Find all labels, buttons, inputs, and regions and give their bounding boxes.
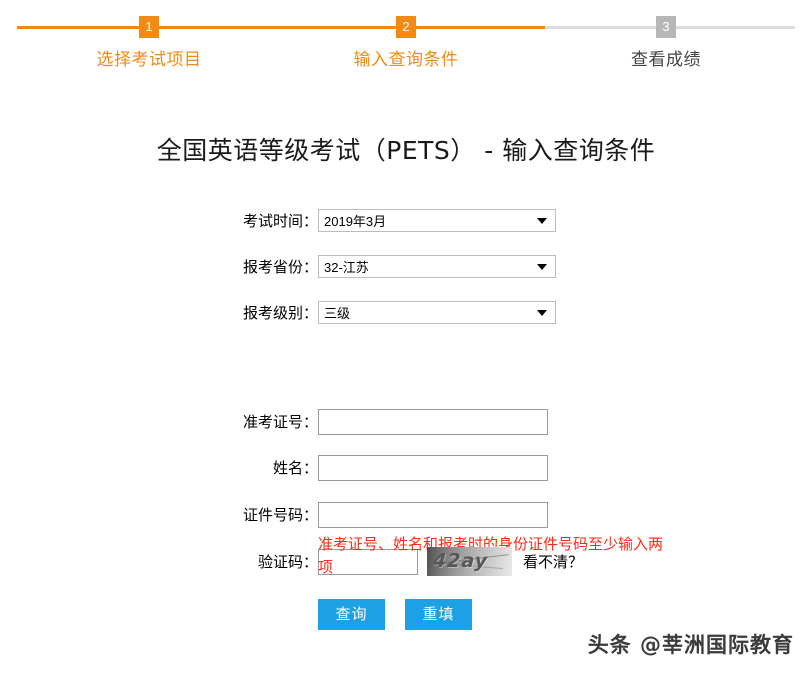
form-row-province: 报考省份： 32-江苏 (0, 251, 812, 282)
stepper-step-1[interactable]: 1 选择考试项目 (69, 0, 229, 70)
form-row-id-no: 证件号码： (0, 499, 812, 530)
exam-time-select[interactable]: 2019年3月 (318, 209, 556, 232)
province-select[interactable]: 32-江苏 (318, 255, 556, 278)
reset-form-button[interactable]: 重填 (405, 599, 472, 630)
name-input[interactable] (318, 454, 548, 481)
chevron-down-icon (537, 309, 547, 316)
captcha-label: 验证码： (257, 553, 318, 571)
id-no-input[interactable] (318, 501, 548, 528)
form-row-level: 报考级别： 三级 (0, 297, 812, 328)
level-label: 报考级别： (242, 304, 318, 322)
captcha-image[interactable]: 42ay (427, 547, 512, 576)
form-row-admission-no: 准考证号： (0, 406, 812, 437)
province-select-value: 32-江苏 (324, 260, 369, 275)
id-no-label: 证件号码： (242, 506, 318, 524)
admission-no-label: 准考证号： (242, 413, 318, 431)
level-select-value: 三级 (324, 306, 351, 321)
stepper-step-3: 3 查看成绩 (586, 0, 746, 70)
watermark: 头条 @莘洲国际教育 (587, 633, 794, 657)
progress-stepper: 1 选择考试项目 2 输入查询条件 3 查看成绩 (0, 0, 812, 78)
name-label: 姓名： (272, 459, 318, 477)
province-label: 报考省份： (242, 258, 318, 276)
stepper-step-2[interactable]: 2 输入查询条件 (326, 0, 486, 70)
admission-no-input[interactable] (318, 408, 548, 435)
form-row-buttons: 查询 重填 (0, 599, 812, 630)
exam-time-label: 考试时间： (242, 212, 318, 230)
captcha-image-text: 42ay (432, 550, 489, 572)
stepper-step-2-badge: 2 (396, 16, 416, 38)
chevron-down-icon (537, 263, 547, 270)
form-row-name: 姓名： (0, 452, 812, 483)
exam-time-select-value: 2019年3月 (324, 214, 387, 229)
stepper-step-2-label: 输入查询条件 (353, 50, 459, 70)
stepper-step-3-label: 查看成绩 (631, 50, 701, 70)
submit-query-button[interactable]: 查询 (318, 599, 385, 630)
stepper-step-1-label: 选择考试项目 (96, 50, 202, 70)
page-title: 全国英语等级考试（PETS） - 输入查询条件 (156, 136, 656, 165)
stepper-step-1-badge: 1 (139, 16, 159, 38)
stepper-step-3-badge: 3 (656, 16, 676, 38)
query-form: 考试时间： 2019年3月 报考省份： 32-江苏 报考级别： 三级 准考证号、… (0, 205, 812, 645)
level-select[interactable]: 三级 (318, 301, 556, 324)
chevron-down-icon (537, 217, 547, 224)
form-row-exam-time: 考试时间： 2019年3月 (0, 205, 812, 236)
